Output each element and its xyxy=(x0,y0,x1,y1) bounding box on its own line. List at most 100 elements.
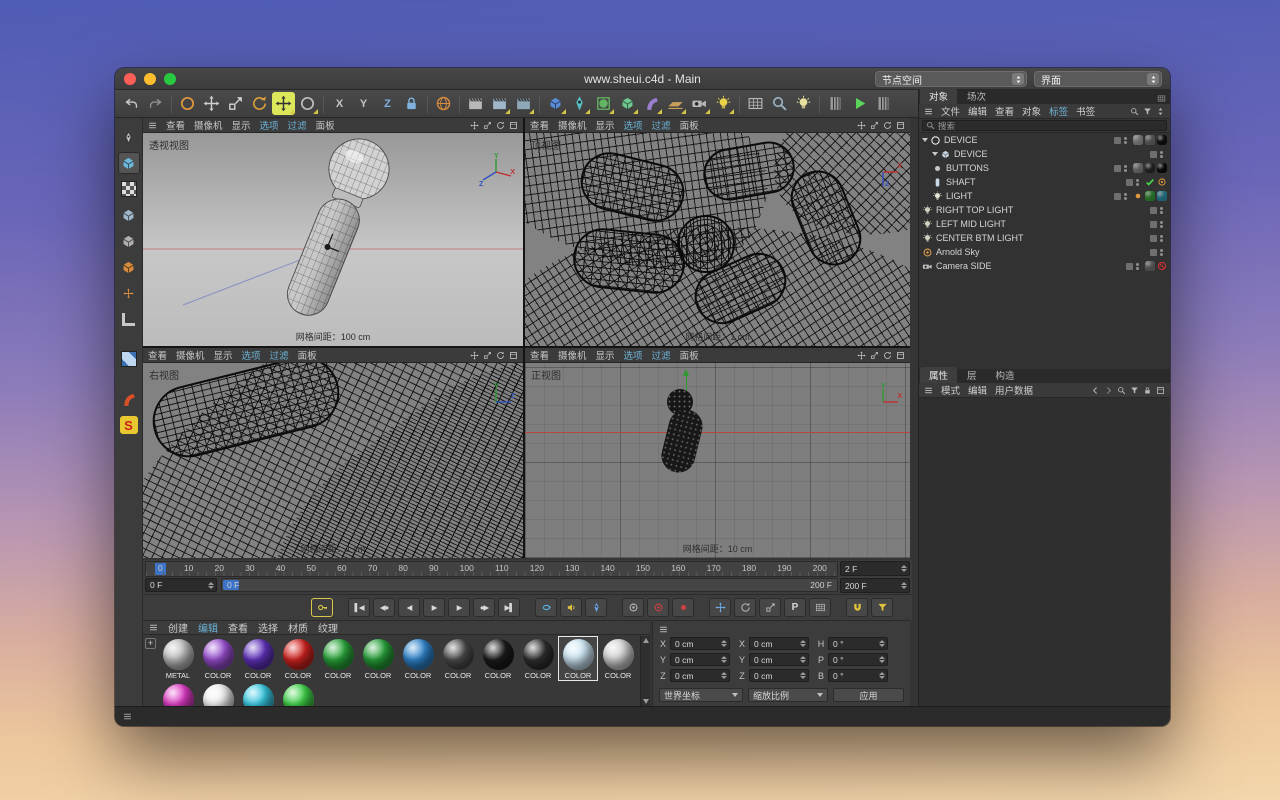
polygons-mode-button[interactable] xyxy=(118,256,140,278)
tree-row[interactable]: CENTER BTM LIGHT xyxy=(919,231,1170,245)
axis-mode-button[interactable] xyxy=(118,282,140,304)
visibility-dots[interactable] xyxy=(1160,235,1163,242)
selection-filter-button[interactable] xyxy=(871,598,893,617)
visibility-dots[interactable] xyxy=(1136,179,1139,186)
viewport-perspective[interactable]: 查看 摄像机 显示 选项 过滤 面板 xyxy=(143,118,523,346)
menu-camera[interactable]: 摄像机 xyxy=(558,348,587,362)
front-canvas[interactable]: 正视图 Y X 网格间距：10 cm xyxy=(525,363,910,558)
tree-row[interactable]: Arnold Sky xyxy=(919,245,1170,259)
stepper-icon[interactable] xyxy=(208,582,214,589)
scroll-down-icon[interactable] xyxy=(643,699,649,704)
material-item[interactable]: COLOR xyxy=(198,636,238,681)
size-z-field[interactable]: 0 cm xyxy=(749,669,809,682)
top-canvas[interactable]: 顶视图 X Z 网格间距：1 cm xyxy=(525,133,910,346)
material-item-selected[interactable]: COLOR xyxy=(558,636,598,681)
expand-icon[interactable] xyxy=(922,138,928,142)
axis-lock-button[interactable] xyxy=(400,92,423,115)
om-menu-object[interactable]: 对象 xyxy=(1022,104,1041,118)
material-item[interactable]: COLOR xyxy=(318,636,358,681)
maximize-view-icon[interactable] xyxy=(509,351,518,360)
texture-tag[interactable] xyxy=(1157,191,1167,201)
menu-camera[interactable]: 摄像机 xyxy=(194,118,223,132)
menu-options[interactable]: 选项 xyxy=(242,348,261,362)
play-button[interactable]: ▶ xyxy=(423,598,445,617)
coordinate-system-select[interactable]: 世界坐标 xyxy=(659,688,743,702)
history-forward-icon[interactable] xyxy=(1104,386,1113,395)
rotate-view-icon[interactable] xyxy=(883,351,892,360)
bodypaint-brush-button[interactable] xyxy=(118,388,140,410)
tab-attributes[interactable]: 属性 xyxy=(920,367,957,383)
lock-icon[interactable] xyxy=(1143,386,1152,395)
texture-mode-button[interactable] xyxy=(118,178,140,200)
menu-panel[interactable]: 面板 xyxy=(680,348,699,362)
tree-row[interactable]: BUTTONS xyxy=(919,161,1170,175)
maximize-view-icon[interactable] xyxy=(896,351,905,360)
add-material-button[interactable]: + xyxy=(145,638,156,649)
attr-menu-userdata[interactable]: 用户数据 xyxy=(995,383,1033,397)
panel-options-icon[interactable] xyxy=(1157,94,1166,103)
timeline-range-slider[interactable]: 0 F 200 F xyxy=(221,578,838,592)
tab-construction[interactable]: 构造 xyxy=(987,367,1024,383)
prev-key-button[interactable]: ◀● xyxy=(373,598,395,617)
move-tool-button[interactable] xyxy=(200,92,223,115)
record-keyframe-button[interactable] xyxy=(311,598,333,617)
visibility-dots[interactable] xyxy=(1124,165,1127,172)
om-menu-file[interactable]: 文件 xyxy=(941,104,960,118)
om-menu-bookmarks[interactable]: 书签 xyxy=(1076,104,1095,118)
menu-filter[interactable]: 过滤 xyxy=(288,118,307,132)
menu-filter[interactable]: 过滤 xyxy=(652,118,671,132)
pan-view-icon[interactable] xyxy=(857,121,866,130)
titlebar[interactable]: www.sheui.c4d - Main 节点空间 界面 xyxy=(115,68,1170,90)
tree-row[interactable]: DEVICE xyxy=(919,133,1170,147)
apply-button[interactable]: 应用 xyxy=(833,688,904,702)
axis-y-toggle[interactable]: Y xyxy=(352,92,375,115)
node-space-select[interactable]: 节点空间 xyxy=(875,71,1027,87)
stepper-icon[interactable] xyxy=(879,656,885,663)
visibility-dots[interactable] xyxy=(1160,151,1163,158)
filter-icon[interactable] xyxy=(1143,107,1152,116)
snap-light-button[interactable] xyxy=(792,92,815,115)
texture-tag[interactable] xyxy=(1145,261,1155,271)
search-icon[interactable] xyxy=(1117,386,1126,395)
om-menu-tags[interactable]: 标签 xyxy=(1049,104,1068,118)
stepper-icon[interactable] xyxy=(800,672,806,679)
object-search-input[interactable]: 搜索 xyxy=(922,120,1167,131)
texture-tag[interactable] xyxy=(1157,163,1167,173)
size-x-field[interactable]: 0 cm xyxy=(749,637,809,650)
dopesheet-button[interactable] xyxy=(809,598,831,617)
expand-icon[interactable] xyxy=(932,152,938,156)
content-browser-button[interactable] xyxy=(768,92,791,115)
tree-row[interactable]: Camera SIDE xyxy=(919,259,1170,273)
material-item[interactable]: COLOR xyxy=(438,636,478,681)
texture-tag[interactable] xyxy=(1145,191,1155,201)
material-item[interactable]: COLOR xyxy=(398,636,438,681)
rotation-h-field[interactable]: 0 ° xyxy=(828,637,888,650)
filter-icon[interactable] xyxy=(1130,386,1139,395)
pan-view-icon[interactable] xyxy=(470,121,479,130)
render-picture-viewer-button[interactable] xyxy=(488,92,511,115)
next-key-button[interactable]: ●▶ xyxy=(473,598,495,617)
next-frame-button[interactable]: ▶ xyxy=(448,598,470,617)
maximize-view-icon[interactable] xyxy=(896,121,905,130)
mat-menu-material[interactable]: 材质 xyxy=(288,620,308,635)
material-item[interactable] xyxy=(238,681,278,706)
layer-toggle[interactable] xyxy=(1114,193,1121,200)
scale-mode-select[interactable]: 缩放比例 xyxy=(748,688,828,702)
material-item[interactable]: COLOR xyxy=(358,636,398,681)
visibility-dots[interactable] xyxy=(1160,249,1163,256)
stepper-icon[interactable] xyxy=(901,565,907,572)
pan-view-icon[interactable] xyxy=(470,351,479,360)
stepper-icon[interactable] xyxy=(879,672,885,679)
render-disabled-icon[interactable] xyxy=(1157,261,1167,271)
layer-toggle[interactable] xyxy=(1150,151,1157,158)
tree-row[interactable]: LIGHT xyxy=(919,189,1170,203)
texture-tag[interactable] xyxy=(1133,163,1143,173)
magnet-snap-button[interactable] xyxy=(846,598,868,617)
menu-options[interactable]: 选项 xyxy=(624,348,643,362)
target-tag-icon[interactable] xyxy=(1157,177,1167,187)
tree-row[interactable]: LEFT MID LIGHT xyxy=(919,217,1170,231)
perspective-canvas[interactable]: 透视视图 Y X Z 网格间距：100 cm xyxy=(143,133,523,346)
menu-filter[interactable]: 过滤 xyxy=(270,348,289,362)
render-settings-button[interactable] xyxy=(512,92,535,115)
side-canvas[interactable]: 右视图 Y Z 网格间距：1 cm xyxy=(143,363,523,558)
